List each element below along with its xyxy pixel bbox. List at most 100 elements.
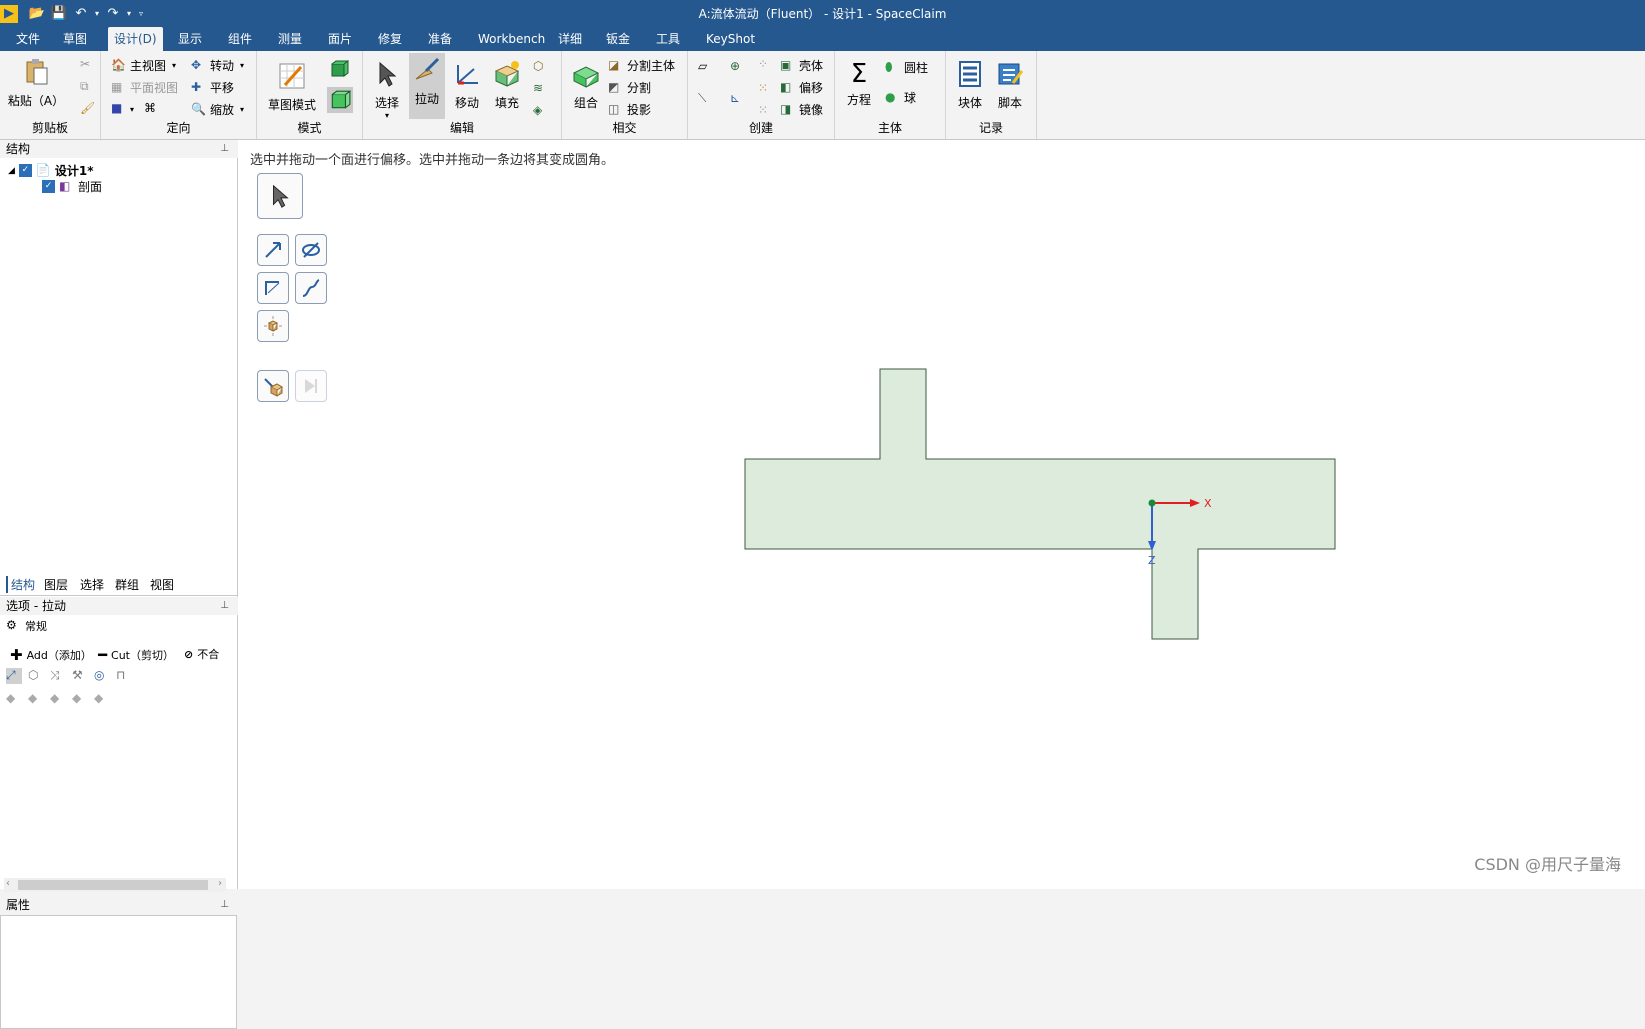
- sigma-icon: Σ: [850, 59, 868, 89]
- sweep-icon[interactable]: ⤨: [50, 668, 66, 684]
- blend-icon[interactable]: ◎: [94, 668, 110, 684]
- revolve-guide-button[interactable]: [295, 234, 327, 266]
- plan-view-button[interactable]: ▦ 平面视图: [111, 79, 178, 96]
- mirror-button[interactable]: ◨ 镜像: [780, 101, 823, 118]
- equation-button[interactable]: Σ 方程: [841, 57, 877, 108]
- axis-line-icon[interactable]: ⟍: [698, 91, 706, 106]
- options-general-section[interactable]: ⚙ 常规: [6, 618, 47, 634]
- select-tool-guide-button[interactable]: [257, 173, 303, 219]
- tree-root-design[interactable]: ◢ ✓ 📄 设计1*: [8, 162, 94, 179]
- axis-z-label: Z: [1148, 554, 1156, 567]
- offset-button[interactable]: ◧ 偏移: [780, 79, 823, 96]
- grid-pattern-icon[interactable]: ⁙: [758, 81, 768, 95]
- select-button[interactable]: 选择 ▾: [369, 57, 405, 120]
- menu-tab[interactable]: 工具: [650, 27, 686, 51]
- menu-tab[interactable]: 显示: [172, 27, 208, 51]
- panel-tab[interactable]: 图层: [44, 576, 68, 593]
- dot-pattern-icon[interactable]: ⁙: [758, 103, 768, 117]
- design-viewport[interactable]: 选中并拖动一个面进行偏移。选中并拖动一条边将其变成圆角。 X Z CSDN @用…: [238, 140, 1645, 889]
- snap-view-icon: ⌘: [144, 101, 157, 115]
- copy-icon[interactable]: ⧉: [80, 79, 89, 94]
- script-button[interactable]: 脚本: [992, 57, 1028, 111]
- zoom-button[interactable]: 🔍 缩放 ▾: [191, 101, 244, 118]
- blend-guide-button[interactable]: [257, 310, 289, 342]
- paste-button[interactable]: 粘贴（A）: [6, 55, 66, 109]
- view-cube-button[interactable]: ■ ▾ ⌘: [111, 101, 163, 117]
- pattern-icon[interactable]: ⁘: [758, 57, 768, 71]
- menu-tab[interactable]: KeyShot: [700, 27, 761, 51]
- fill-icon: [494, 61, 520, 87]
- split-body-icon: ◪: [608, 57, 620, 72]
- home-view-button[interactable]: 🏠 主视图 ▾: [111, 57, 176, 74]
- stack-tool-icon[interactable]: ◈: [533, 103, 542, 117]
- panel-tab[interactable]: 视图: [150, 576, 174, 593]
- visibility-checkbox[interactable]: ✓: [42, 180, 55, 193]
- menu-tab[interactable]: 组件: [222, 27, 258, 51]
- menu-tab[interactable]: 面片: [322, 27, 358, 51]
- pan-button[interactable]: ✚ 平移: [191, 79, 234, 96]
- sketch-mode-button[interactable]: 草图模式: [263, 59, 321, 113]
- menu-tab[interactable]: 设计(D): [108, 27, 163, 51]
- menu-tab[interactable]: 准备: [422, 27, 458, 51]
- section-mode-icon[interactable]: [329, 59, 349, 79]
- split-button[interactable]: ◩ 分割: [608, 79, 651, 96]
- menu-tab[interactable]: 文件: [10, 27, 46, 51]
- menu-tab[interactable]: 修复: [372, 27, 408, 51]
- block-button[interactable]: 块体: [952, 57, 988, 111]
- draft-icon[interactable]: ⚒: [72, 668, 88, 684]
- pin-icon[interactable]: ⊥: [220, 140, 229, 158]
- box-tool-icon[interactable]: ⬡: [533, 59, 543, 73]
- complete-guide-button[interactable]: [295, 370, 327, 402]
- cube-option-2-icon[interactable]: ◆: [28, 691, 44, 707]
- revolve-icon[interactable]: ⬡: [28, 668, 44, 684]
- horizontal-scrollbar[interactable]: ‹ ›: [4, 878, 226, 892]
- collapse-triangle-icon[interactable]: ◢: [8, 166, 15, 176]
- format-painter-icon[interactable]: 🖌: [80, 101, 95, 115]
- add-option[interactable]: ✚ Add（添加）: [10, 646, 92, 664]
- point-icon[interactable]: ⊕: [730, 59, 740, 73]
- cube-option-3-icon[interactable]: ◆: [50, 691, 66, 707]
- project-button[interactable]: ◫ 投影: [608, 101, 651, 118]
- panel-tab[interactable]: 群组: [115, 576, 139, 593]
- plane-icon[interactable]: ▱: [698, 59, 707, 73]
- scroll-right-icon[interactable]: ›: [218, 878, 222, 889]
- layer-tool-icon[interactable]: ≋: [533, 81, 543, 95]
- scroll-left-icon[interactable]: ‹: [6, 878, 10, 889]
- ruler-icon[interactable]: ⊓: [116, 668, 132, 684]
- 3d-mode-icon[interactable]: [327, 87, 353, 113]
- shell-button[interactable]: ▣ 壳体: [780, 57, 823, 74]
- fill-tool-guide-button[interactable]: [257, 370, 289, 402]
- menu-tab[interactable]: 草图: [57, 27, 93, 51]
- left-panel: 结构 ⊥ ◢ ✓ 📄 设计1* ✓ ◧ 剖面 结构 图层 选择 群组 视图 选项 - 拉…: [0, 140, 241, 1029]
- pull-direction-guide-button[interactable]: [257, 234, 289, 266]
- sphere-button[interactable]: ● 球: [885, 89, 916, 106]
- split-body-button[interactable]: ◪ 分割主体: [608, 57, 675, 74]
- cylinder-button[interactable]: ⬮ 圆柱: [885, 59, 928, 76]
- menu-tab[interactable]: 钣金: [600, 27, 636, 51]
- spin-button[interactable]: ✥ 转动 ▾: [191, 57, 244, 74]
- no-merge-option[interactable]: ⊘ 不合: [184, 646, 219, 662]
- move-button[interactable]: 移动: [449, 57, 485, 111]
- section-shape[interactable]: [744, 368, 1336, 640]
- fill-button[interactable]: 填充: [489, 57, 525, 111]
- cut-option[interactable]: ━ Cut（剪切）: [98, 646, 174, 664]
- pin-icon[interactable]: ⊥: [220, 896, 229, 914]
- panel-tab[interactable]: 结构: [6, 576, 35, 593]
- cube-option-5-icon[interactable]: ◆: [94, 691, 110, 707]
- origin-icon[interactable]: ⊾: [730, 91, 740, 105]
- visibility-checkbox[interactable]: ✓: [18, 164, 32, 177]
- panel-tab[interactable]: 选择: [80, 576, 104, 593]
- cut-icon[interactable]: ✂: [80, 57, 90, 71]
- pull-button[interactable]: 拉动: [409, 53, 445, 119]
- draft-guide-button[interactable]: [257, 272, 289, 304]
- menu-tab[interactable]: Workbench: [472, 27, 551, 51]
- cube-option-1-icon[interactable]: ◆: [6, 691, 22, 707]
- sweep-guide-button[interactable]: [295, 272, 327, 304]
- tree-item-section[interactable]: ✓ ◧ 剖面: [42, 178, 102, 195]
- menu-tab[interactable]: 测量: [272, 27, 308, 51]
- cube-option-4-icon[interactable]: ◆: [72, 691, 88, 707]
- combine-button[interactable]: 组合: [568, 57, 604, 111]
- pin-icon[interactable]: ⊥: [220, 597, 229, 615]
- menu-tab[interactable]: 详细: [552, 27, 588, 51]
- pull-direction-icon[interactable]: ⤢: [6, 668, 22, 684]
